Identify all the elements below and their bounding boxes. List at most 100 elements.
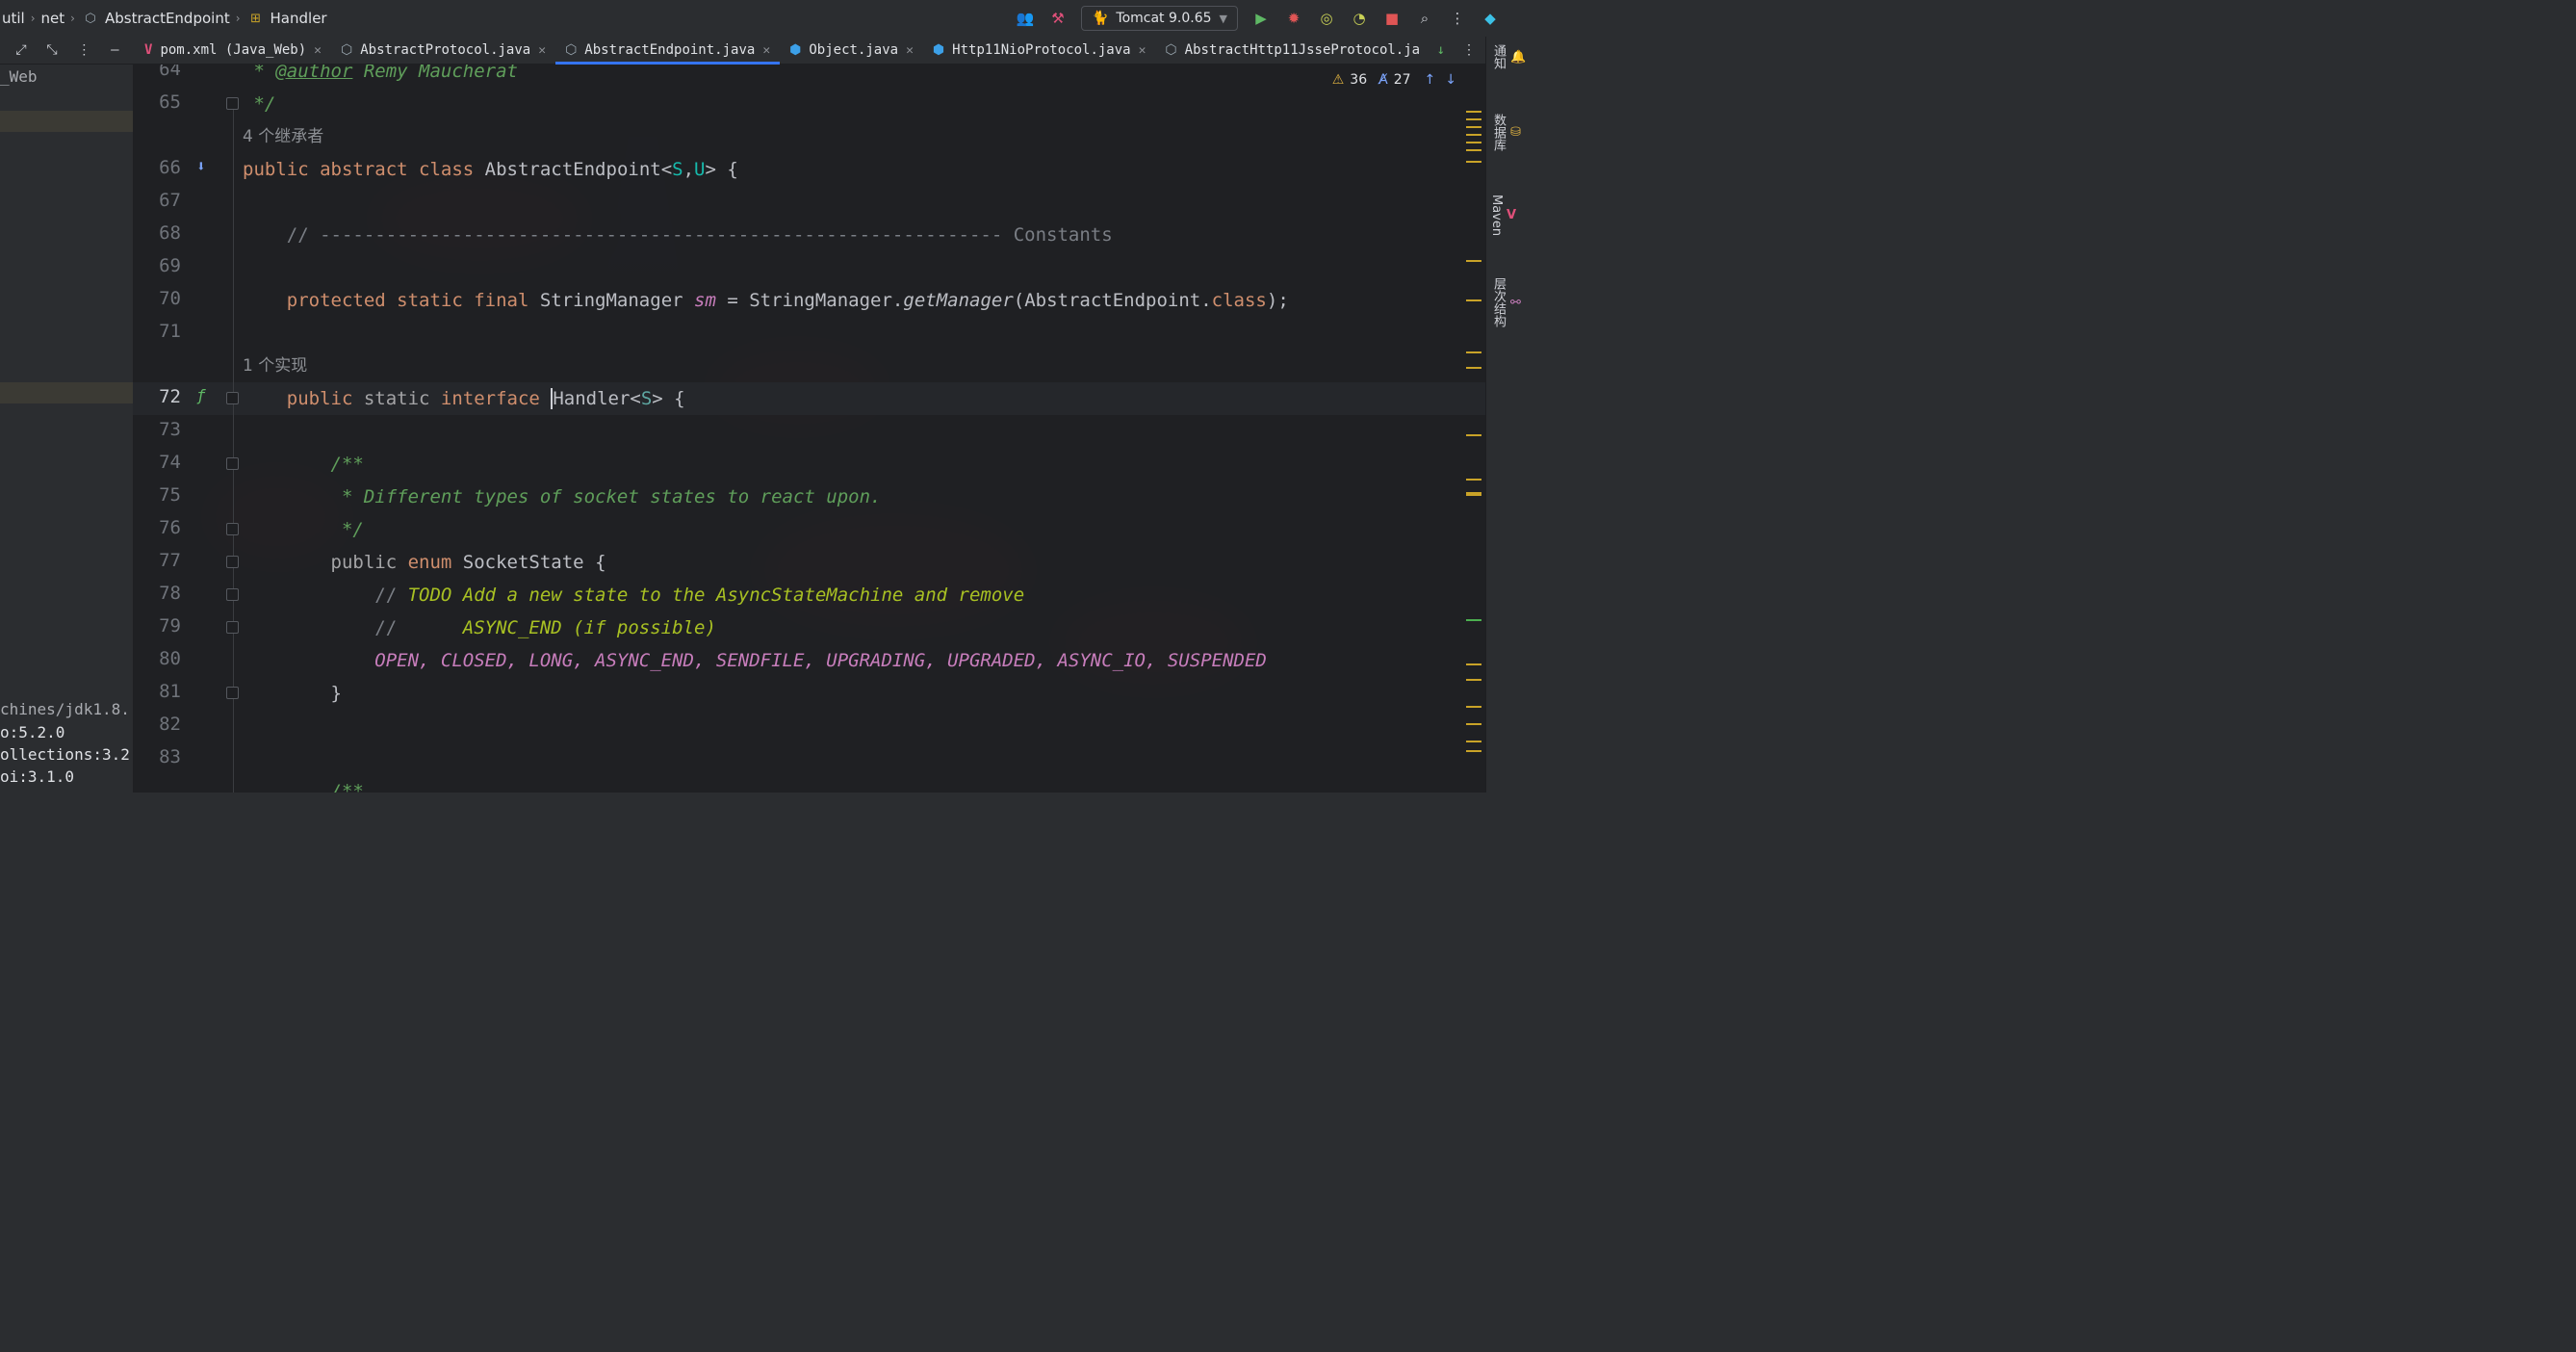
search-icon[interactable]: ⌕ (1415, 9, 1434, 28)
hide-panel-icon[interactable]: — (111, 42, 118, 58)
warning-marker[interactable] (1466, 750, 1481, 752)
lambda-marker-icon[interactable]: ƒ (196, 386, 206, 404)
breadcrumb-item-class[interactable]: ⬡ AbstractEndpoint (81, 9, 229, 28)
library-item[interactable]: o:5.2.0 (0, 723, 64, 741)
fold-toggle[interactable] (226, 457, 239, 470)
warning-marker[interactable] (1466, 126, 1481, 128)
stop-icon[interactable]: ■ (1382, 9, 1402, 28)
profiler-icon[interactable]: ◔ (1350, 9, 1369, 28)
fold-toggle[interactable] (226, 392, 239, 404)
implementations-inlay-hint[interactable]: 1 个实现 (243, 350, 307, 382)
database-tool-button[interactable]: ⛁ 数据库 (1489, 114, 1521, 151)
fold-toggle[interactable] (226, 523, 239, 535)
code-line[interactable]: /** (243, 775, 364, 793)
collapse-all-icon[interactable]: ⤡ (46, 42, 57, 58)
arrow-down-icon[interactable]: ↓ (1437, 42, 1445, 58)
warning-marker[interactable] (1466, 149, 1481, 151)
project-tree-highlight-row[interactable] (0, 382, 133, 403)
code-line[interactable]: protected static final StringManager sm … (243, 284, 1289, 317)
hierarchy-tool-button[interactable]: ⚯ 层次结构 (1489, 277, 1521, 327)
warning-marker[interactable] (1466, 492, 1481, 496)
code-editor[interactable]: 64 65 66 67 68 69 70 71 72 73 74 75 76 7… (133, 65, 1485, 793)
fold-toggle[interactable] (226, 588, 239, 601)
line-number: 76 (159, 517, 181, 538)
code-line-current[interactable]: public static interface Handler<S> { (243, 382, 685, 415)
library-item[interactable]: chines/jdk1.8.( (0, 700, 133, 718)
warning-marker[interactable] (1466, 260, 1481, 262)
line-number: 83 (159, 746, 181, 767)
tab-http11-nio-protocol[interactable]: ⬢ Http11NioProtocol.java ✕ (923, 37, 1156, 64)
run-icon[interactable]: ▶ (1251, 9, 1271, 28)
warning-marker[interactable] (1466, 134, 1481, 136)
warning-marker[interactable] (1466, 434, 1481, 436)
line-number: 74 (159, 452, 181, 473)
warning-marker[interactable] (1466, 706, 1481, 708)
code-line[interactable]: } (243, 677, 342, 710)
tab-abstract-endpoint[interactable]: ⬡ AbstractEndpoint.java ✕ (555, 37, 781, 65)
next-problem-icon[interactable]: ↓ (1445, 72, 1456, 88)
code-line[interactable]: // ASYNC_END (if possible) (243, 611, 716, 644)
coverage-icon[interactable]: ◎ (1317, 9, 1336, 28)
code-line[interactable]: */ (243, 88, 275, 120)
maven-tool-button[interactable]: V Maven (1489, 195, 1516, 236)
notifications-tool-button[interactable]: 🔔 通知 (1489, 44, 1526, 69)
implemented-marker-icon[interactable]: ⬇ (196, 157, 206, 175)
inheritors-inlay-hint[interactable]: 4 个继承者 (243, 120, 323, 153)
code-line[interactable]: // TODO Add a new state to the AsyncStat… (243, 579, 1024, 611)
warning-marker[interactable] (1466, 351, 1481, 353)
breadcrumb-item-util[interactable]: util (2, 10, 25, 27)
more-vertical-icon[interactable]: ⋮ (1448, 9, 1467, 28)
warning-marker[interactable] (1466, 161, 1481, 163)
project-tree-root[interactable]: _Web (0, 67, 38, 86)
error-stripe[interactable] (1464, 65, 1485, 793)
breadcrumb-item-net[interactable]: net (41, 10, 65, 27)
build-hammer-icon[interactable]: ⚒ (1048, 9, 1068, 28)
warning-marker[interactable] (1466, 367, 1481, 369)
breadcrumb-item-interface[interactable]: ⊞ Handler (246, 9, 327, 28)
previous-problem-icon[interactable]: ↑ (1425, 72, 1436, 88)
close-icon[interactable]: ✕ (762, 43, 770, 58)
warning-marker[interactable] (1466, 479, 1481, 481)
fold-toggle[interactable] (226, 621, 239, 634)
close-icon[interactable]: ✕ (906, 43, 914, 58)
tab-abstract-protocol[interactable]: ⬡ AbstractProtocol.java ✕ (331, 37, 555, 64)
plugin-logo-icon[interactable]: ◆ (1481, 9, 1500, 28)
tab-object[interactable]: ⬢ Object.java ✕ (780, 37, 923, 64)
code-line[interactable]: * Different types of socket states to re… (243, 481, 882, 513)
inspection-widget[interactable]: ⚠ 36 A̸ 27 ↑ ↓ (1332, 72, 1456, 88)
code-line[interactable]: public abstract class AbstractEndpoint<S… (243, 153, 738, 186)
options-icon[interactable]: ⋮ (77, 42, 90, 58)
line-number: 75 (159, 484, 181, 506)
fold-toggle[interactable] (226, 556, 239, 568)
code-line[interactable]: public enum SocketState { (243, 546, 606, 579)
close-icon[interactable]: ✕ (1139, 43, 1146, 58)
debug-icon[interactable]: ✹ (1284, 9, 1303, 28)
code-line[interactable]: * @author Remy Maucherat (243, 65, 518, 88)
warning-marker[interactable] (1466, 111, 1481, 113)
vcs-users-icon[interactable]: 👥 (1016, 9, 1035, 28)
warning-marker[interactable] (1466, 142, 1481, 143)
code-line[interactable]: OPEN, CLOSED, LONG, ASYNC_END, SENDFILE,… (243, 644, 1267, 677)
expand-all-icon[interactable]: ⤢ (15, 42, 26, 58)
warning-marker[interactable] (1466, 741, 1481, 742)
close-icon[interactable]: ✕ (314, 43, 322, 58)
tab-abstract-http11-jsse-protocol[interactable]: ⬡ AbstractHttp11JsseProtocol.ja (1155, 37, 1430, 64)
close-icon[interactable]: ✕ (538, 43, 546, 58)
code-line[interactable]: /** (243, 448, 364, 481)
warning-marker[interactable] (1466, 679, 1481, 681)
tab-pom-xml[interactable]: V pom.xml (Java_Web) ✕ (135, 37, 331, 64)
fold-toggle[interactable] (226, 687, 239, 699)
warning-marker[interactable] (1466, 299, 1481, 301)
run-configuration-selector[interactable]: 🐈 Tomcat 9.0.65 ▼ (1080, 6, 1238, 31)
fold-toggle[interactable] (226, 97, 239, 110)
warning-marker[interactable] (1466, 723, 1481, 725)
change-marker[interactable] (1466, 619, 1481, 621)
project-tree-selected-row[interactable] (0, 111, 133, 132)
warning-marker[interactable] (1466, 663, 1481, 665)
code-line[interactable]: // -------------------------------------… (243, 219, 1113, 251)
more-vertical-icon[interactable]: ⋮ (1462, 42, 1476, 58)
library-item[interactable]: oi:3.1.0 (0, 767, 74, 786)
code-line[interactable]: */ (243, 513, 364, 546)
warning-marker[interactable] (1466, 118, 1481, 120)
library-item[interactable]: ollections:3.2 (0, 745, 130, 764)
